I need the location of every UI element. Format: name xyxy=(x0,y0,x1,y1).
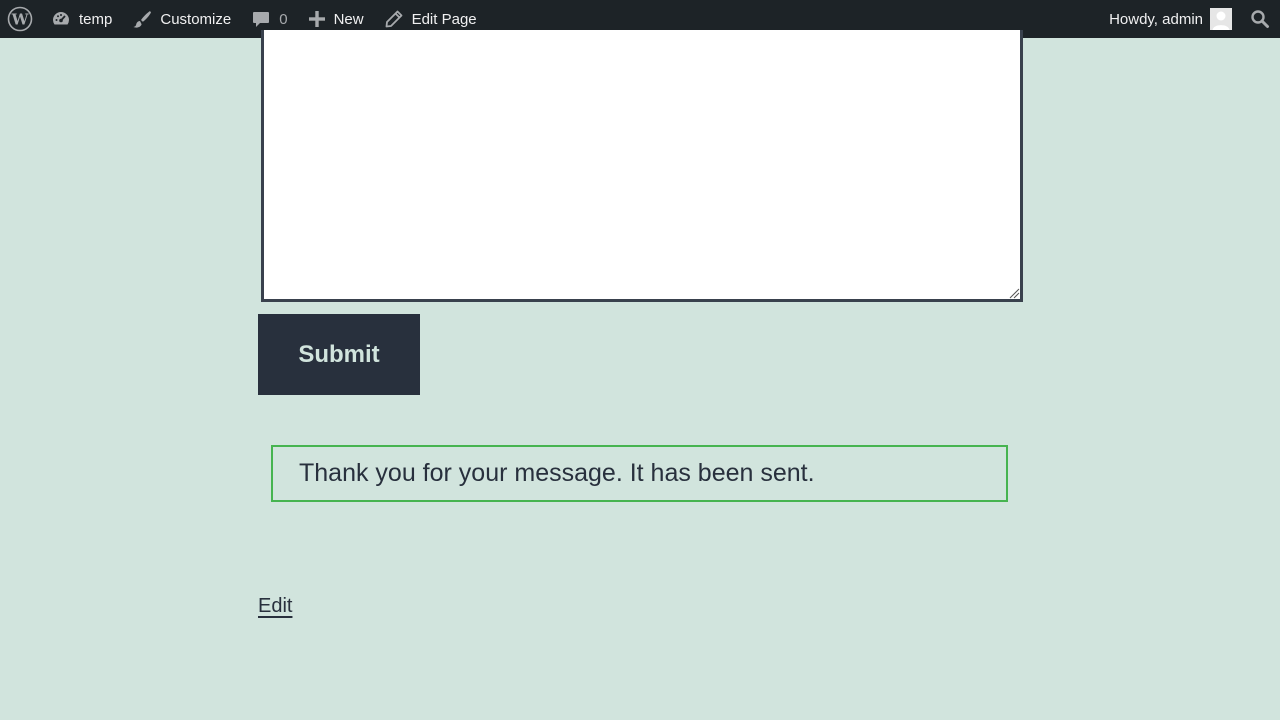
wordpress-icon: W xyxy=(7,6,33,32)
my-account-menu[interactable]: Howdy, admin xyxy=(1099,0,1236,38)
customize-label: Customize xyxy=(160,10,232,28)
edit-link[interactable]: Edit xyxy=(258,595,292,618)
plus-icon xyxy=(308,11,325,27)
user-avatar-icon xyxy=(1212,11,1230,30)
submit-button[interactable]: Submit xyxy=(258,314,420,395)
pencil-icon xyxy=(385,10,402,28)
search-icon xyxy=(1251,10,1269,28)
search-button[interactable] xyxy=(1236,0,1280,38)
customize-link[interactable]: Customize xyxy=(122,0,241,38)
success-notice: Thank you for your message. It has been … xyxy=(271,445,1008,502)
comments-count: 0 xyxy=(279,10,288,28)
message-textarea[interactable] xyxy=(261,30,1023,302)
avatar xyxy=(1210,8,1232,30)
edit-page-label: Edit Page xyxy=(411,10,477,28)
comment-icon xyxy=(253,12,270,27)
site-name-menu[interactable]: temp xyxy=(41,0,122,38)
success-message: Thank you for your message. It has been … xyxy=(299,459,815,487)
site-name-label: temp xyxy=(79,10,113,28)
resize-grip-icon[interactable] xyxy=(1008,287,1020,299)
svg-text:W: W xyxy=(11,11,30,29)
howdy-label: Howdy, admin xyxy=(1109,10,1203,28)
dashboard-icon xyxy=(53,12,69,25)
wordpress-logo-button[interactable]: W xyxy=(0,0,41,38)
new-label: New xyxy=(333,10,364,28)
admin-bar-right: Howdy, admin xyxy=(1099,0,1280,38)
paintbrush-icon xyxy=(133,11,152,28)
